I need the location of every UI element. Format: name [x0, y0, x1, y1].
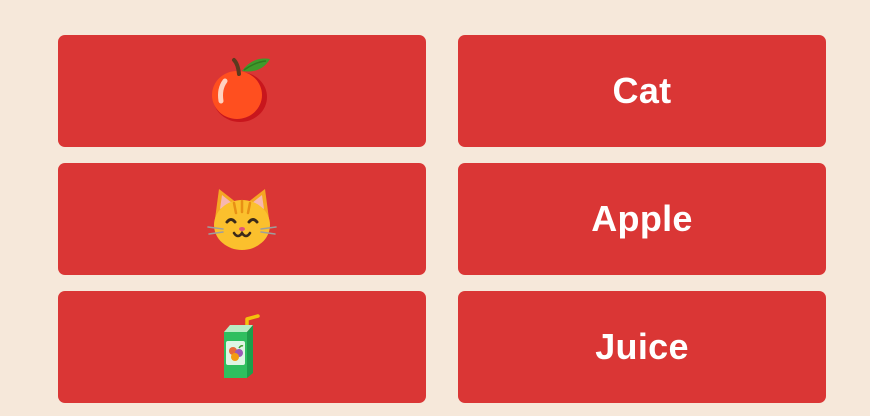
picture-card-cat[interactable] — [58, 163, 426, 275]
picture-card-juice[interactable] — [58, 291, 426, 403]
word-card-label: Juice — [595, 326, 689, 367]
word-card-apple[interactable]: Apple — [458, 163, 826, 275]
word-card-juice[interactable]: Juice — [458, 291, 826, 403]
word-card-label: Cat — [612, 70, 672, 111]
juice-box-icon — [206, 311, 278, 383]
apple-icon — [206, 55, 278, 127]
word-card-cat[interactable]: Cat — [458, 35, 826, 147]
card-grid: Cat Apple Juice — [58, 35, 826, 403]
cat-face-icon — [206, 183, 278, 255]
matching-game-board: Cat Apple Juice — [0, 0, 870, 416]
picture-card-apple[interactable] — [58, 35, 426, 147]
word-card-label: Apple — [591, 198, 693, 239]
